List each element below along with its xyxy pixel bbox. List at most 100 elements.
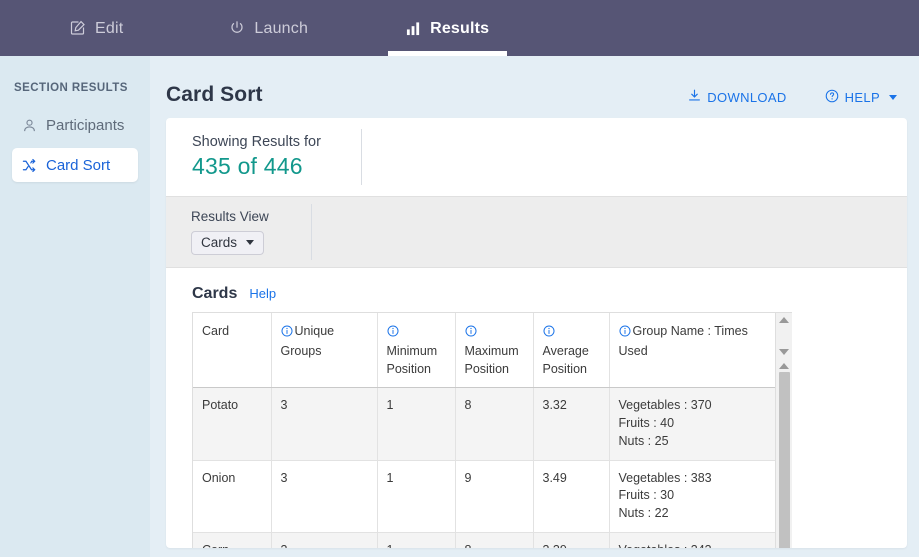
cards-help-link[interactable]: Help [249, 286, 276, 301]
info-icon[interactable] [618, 325, 631, 343]
main-content: Card Sort DOWNLOAD HELP Showing Results … [150, 56, 919, 557]
info-icon[interactable] [464, 325, 477, 343]
table-row[interactable]: Corn 3 1 8 3.39 Vegetables : 343 Fruits … [193, 532, 776, 548]
group-entry: Fruits : 30 [618, 488, 675, 503]
edit-square-icon [70, 20, 86, 36]
cell-minimum-position: 1 [377, 532, 456, 548]
chevron-down-icon [889, 94, 897, 100]
cell-average-position: 3.39 [533, 532, 610, 548]
tab-launch[interactable]: Launch [211, 0, 326, 56]
showing-results-bar: Showing Results for 435 of 446 [166, 118, 907, 196]
tab-results[interactable]: Results [388, 0, 508, 56]
results-view-label: Results View [191, 209, 269, 224]
results-view-selected-value: Cards [201, 235, 238, 250]
column-header-minimum-position[interactable]: Minimum Position [377, 313, 456, 389]
column-header-group-name-times-used[interactable]: Group Name : Times Used [609, 313, 776, 389]
column-header-average-position-label: Average Position [542, 343, 589, 376]
sidebar-item-participants-label: Participants [46, 116, 125, 134]
header-actions: DOWNLOAD HELP [688, 85, 907, 106]
cell-maximum-position: 9 [455, 460, 534, 533]
cell-card: Corn [193, 532, 272, 548]
column-header-group-name-times-used-label: Group Name : Times Used [618, 324, 748, 358]
sidebar-item-card-sort[interactable]: Card Sort [12, 148, 138, 182]
question-circle-icon [825, 89, 839, 106]
cards-table-body: Potato 3 1 8 3.32 Vegetables : 370 Fruit… [193, 387, 776, 548]
group-entry: Vegetables : 370 [618, 398, 712, 413]
cell-minimum-position: 1 [377, 460, 456, 533]
showing-results-value: 435 of 446 [192, 153, 303, 179]
info-icon[interactable] [280, 325, 293, 343]
info-icon[interactable] [542, 325, 555, 343]
column-header-maximum-position[interactable]: Maximum Position [455, 313, 534, 389]
cards-table: Card Unique Groups Minimum Position Maxi… [193, 313, 776, 548]
showing-results-label: Showing Results for [192, 134, 321, 150]
bar-chart-icon [406, 21, 421, 36]
cell-groups: Vegetables : 343 Fruits : 50 Nuts : 42 [609, 532, 776, 548]
group-entry: Fruits : 40 [618, 416, 675, 430]
group-entry: Nuts : 25 [618, 433, 669, 448]
user-icon [22, 118, 37, 133]
column-header-minimum-position-label: Minimum Position [386, 343, 438, 376]
results-view-block: Results View Cards [191, 209, 311, 255]
cell-card: Potato [193, 387, 272, 461]
page-title: Card Sort [166, 83, 263, 106]
cards-section: Cards Help Card Unique Groups Minimum Po… [166, 268, 907, 548]
tab-edit[interactable]: Edit [52, 0, 141, 56]
tab-launch-label: Launch [254, 20, 309, 37]
sidebar-item-participants[interactable]: Participants [12, 108, 138, 142]
download-icon [688, 89, 701, 105]
column-header-unique-groups[interactable]: Unique Groups [271, 313, 378, 389]
cell-unique-groups: 3 [271, 532, 378, 548]
scroll-up-arrow-icon[interactable] [779, 317, 789, 323]
info-icon[interactable] [386, 325, 399, 343]
divider [310, 204, 312, 260]
cell-maximum-position: 8 [455, 387, 534, 461]
cards-table-head: Card Unique Groups Minimum Position Maxi… [193, 313, 776, 389]
sidebar-title: SECTION RESULTS [14, 82, 128, 94]
chevron-down-icon [246, 240, 255, 245]
help-label: HELP [844, 89, 880, 105]
cards-header: Cards Help [192, 285, 907, 303]
cell-maximum-position: 8 [455, 532, 534, 548]
cell-minimum-position: 1 [377, 387, 456, 461]
cell-average-position: 3.32 [533, 387, 610, 461]
group-entry: Vegetables : 343 [619, 542, 767, 548]
help-dropdown-button[interactable]: HELP [825, 89, 897, 106]
cell-groups: Vegetables : 370 Fruits : 40 Nuts : 25 [609, 387, 776, 461]
scroll-up-arrow-icon[interactable] [779, 363, 789, 369]
top-navbar: Edit Launch Results [0, 0, 919, 56]
shuffle-icon [22, 158, 37, 173]
scroll-down-arrow-icon[interactable] [779, 349, 789, 355]
results-panel: Showing Results for 435 of 446 Results V… [166, 118, 907, 548]
cell-average-position: 3.49 [533, 460, 610, 533]
cell-groups: Vegetables : 383 Fruits : 30 Nuts : 22 [609, 460, 776, 533]
divider [360, 129, 362, 185]
page-header: Card Sort DOWNLOAD HELP [150, 56, 919, 110]
column-header-maximum-position-label: Maximum Position [464, 343, 519, 376]
table-body-scrollbar[interactable] [775, 360, 792, 548]
cell-unique-groups: 3 [271, 387, 378, 461]
results-view-bar: Results View Cards [166, 196, 907, 268]
group-entry: Vegetables : 383 [618, 470, 712, 485]
column-header-card[interactable]: Card [193, 313, 272, 389]
sidebar-item-card-sort-label: Card Sort [46, 156, 111, 174]
scrollbar-thumb[interactable] [778, 372, 790, 548]
cell-unique-groups: 3 [271, 460, 378, 533]
cards-table-wrapper: Card Unique Groups Minimum Position Maxi… [192, 312, 792, 548]
cell-card: Onion [193, 460, 272, 533]
power-icon [229, 20, 245, 36]
table-row[interactable]: Onion 3 1 9 3.49 Vegetables : 383 Fruits… [193, 460, 776, 533]
column-header-card-label: Card [202, 324, 230, 338]
table-header-row: Card Unique Groups Minimum Position Maxi… [193, 313, 776, 389]
table-row[interactable]: Potato 3 1 8 3.32 Vegetables : 370 Fruit… [193, 387, 776, 461]
tab-edit-label: Edit [95, 20, 124, 37]
cards-title: Cards [192, 285, 238, 302]
group-entry: Nuts : 22 [618, 506, 669, 520]
showing-results-block: Showing Results for 435 of 446 [192, 134, 361, 180]
sidebar: SECTION RESULTS Participants Card Sort [0, 56, 150, 557]
table-header-scrollbar[interactable] [775, 313, 792, 360]
download-button[interactable]: DOWNLOAD [688, 89, 786, 105]
column-header-average-position[interactable]: Average Position [533, 313, 610, 389]
results-view-select[interactable]: Cards [191, 231, 265, 255]
tab-results-label: Results [430, 20, 490, 37]
